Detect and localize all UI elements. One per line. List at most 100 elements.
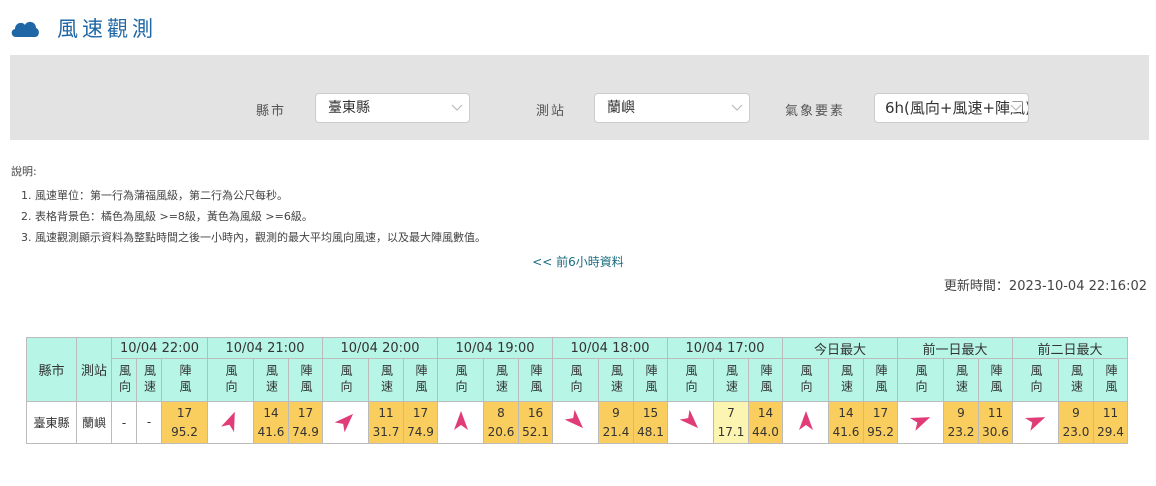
time-group-header: 前一日最大: [897, 337, 1013, 359]
chevron-down-icon: [1010, 102, 1022, 112]
chevron-down-icon: [731, 104, 743, 111]
speed-subheader: 風速: [253, 358, 289, 402]
speed-ms: 20.6: [487, 424, 515, 439]
time-group-header: 10/04 19:00: [437, 337, 553, 359]
gust-level: 11: [987, 405, 1004, 420]
speed-subheader: 風速: [368, 358, 404, 402]
gust-ms: 74.9: [407, 424, 434, 439]
speed-ms: 23.0: [1062, 424, 1090, 439]
speed-level: 7: [727, 405, 735, 420]
county-label: 縣市: [256, 104, 287, 119]
table-subheader-row: 風向 風速 陣風 風向 風速 陣風 風向 風速 陣風 風向 風速 陣風 風向 風速 陣風 風向 風速 陣風 風向 風速…: [27, 358, 1128, 402]
gust-subheader: 陣風: [633, 358, 668, 402]
gust-cell: 17 95.2: [863, 401, 898, 444]
gust-subheader: 陣風: [978, 358, 1013, 402]
speed-cell: 11 31.7: [368, 401, 404, 444]
direction-cell: [437, 401, 484, 444]
speed-cell: 9 23.0: [1058, 401, 1094, 444]
gust-cell: 17 95.2: [161, 401, 208, 444]
wind-arrow-icon: [564, 409, 583, 429]
speed-subheader: 風速: [136, 358, 162, 402]
gust-level: 17: [872, 405, 889, 420]
gust-subheader: 陣風: [288, 358, 323, 402]
direction-subheader: 風向: [111, 358, 137, 402]
direction-cell: [322, 401, 369, 444]
page-title: 風速觀測: [10, 14, 157, 42]
direction-subheader: 風向: [667, 358, 714, 402]
gust-cell: 17 74.9: [403, 401, 438, 444]
station-header: 測站: [76, 337, 112, 402]
wind-arrow-icon: [220, 411, 235, 432]
wind-arrow-icon: [679, 409, 698, 429]
wind-table: 縣市 測站 10/04 22:00 10/04 21:00 10/04 20:00 1…: [26, 337, 1128, 444]
direction-cell: [207, 401, 254, 444]
gust-subheader: 陣風: [518, 358, 553, 402]
speed-level: 9: [957, 405, 965, 420]
speed-cell: 9 23.2: [943, 401, 979, 444]
direction-cell: [1012, 401, 1059, 444]
speed-ms: 21.4: [602, 424, 630, 439]
notes: 說明: 風速單位：第一行為蒲福風級，第二行為公尺每秒。 表格背景色：橘色為風級 …: [11, 163, 486, 248]
direction-subheader: 風向: [897, 358, 944, 402]
gust-cell: 17 74.9: [288, 401, 323, 444]
notes-heading: 說明:: [11, 165, 37, 178]
note-item: 風速觀測顯示資料為整點時間之後一小時內，觀測的最大平均風向風速，以及最大陣風數值…: [35, 227, 486, 248]
page-title-text: 風速觀測: [57, 17, 157, 41]
speed-subheader: 風速: [828, 358, 864, 402]
speed-subheader: 風速: [598, 358, 634, 402]
station-cell: 蘭嶼: [76, 401, 112, 444]
speed-ms: 17.1: [717, 424, 745, 439]
wind-arrow-icon: [453, 411, 468, 430]
station-select[interactable]: 蘭嶼: [594, 93, 750, 123]
element-select[interactable]: 6h(風向+風速+陣風): [874, 93, 1029, 123]
speed-ms: 41.6: [257, 424, 285, 439]
direction-subheader: 風向: [552, 358, 599, 402]
speed-cell: 7 17.1: [713, 401, 749, 444]
county-select[interactable]: 臺東縣: [315, 93, 470, 123]
gust-ms: 95.2: [171, 424, 198, 439]
time-group-header: 10/04 18:00: [552, 337, 668, 359]
gust-cell: 16 52.1: [518, 401, 553, 444]
county-cell: 臺東縣: [26, 401, 77, 444]
gust-cell: 11 29.4: [1093, 401, 1128, 444]
speed-level: 11: [378, 405, 394, 420]
speed-level: 14: [263, 405, 279, 420]
table-row: 臺東縣 蘭嶼 - - 17 95.2 14 41.6 17 74.9 11 31.7 17 74.9 8…: [26, 401, 1128, 444]
direction-subheader: 風向: [207, 358, 254, 402]
gust-cell: 14 44.0: [748, 401, 783, 444]
gust-level: 15: [642, 405, 659, 420]
direction-subheader: 風向: [322, 358, 369, 402]
direction-cell: [552, 401, 599, 444]
station-select-value: 蘭嶼: [607, 100, 635, 116]
speed-cell: 9 21.4: [598, 401, 634, 444]
gust-level: 16: [527, 405, 544, 420]
time-group-header: 10/04 17:00: [667, 337, 783, 359]
speed-level: 14: [838, 405, 854, 420]
gust-level: 14: [757, 405, 774, 420]
note-item: 風速單位：第一行為蒲福風級，第二行為公尺每秒。: [35, 185, 486, 206]
gust-ms: 29.4: [1097, 424, 1124, 439]
gust-subheader: 陣風: [863, 358, 898, 402]
gust-subheader: 陣風: [161, 358, 208, 402]
gust-level: 17: [412, 405, 429, 420]
gust-level: 17: [297, 405, 314, 420]
wind-arrow-icon: [909, 417, 930, 431]
gust-subheader: 陣風: [748, 358, 783, 402]
speed-cell: -: [136, 401, 162, 444]
gust-ms: 30.6: [982, 424, 1009, 439]
speed-level: -: [146, 415, 152, 429]
prev-6h-link[interactable]: << 前6小時資料: [0, 253, 1156, 270]
chevron-down-icon: [451, 104, 463, 111]
wind-arrow-icon: [334, 413, 353, 433]
direction-subheader: 風向: [437, 358, 484, 402]
speed-subheader: 風速: [483, 358, 519, 402]
speed-subheader: 風速: [943, 358, 979, 402]
gust-level: 17: [176, 405, 193, 420]
wind-arrow-icon: [798, 411, 813, 430]
speed-ms: 41.6: [832, 424, 860, 439]
time-group-header: 10/04 21:00: [207, 337, 323, 359]
gust-ms: 74.9: [292, 424, 319, 439]
speed-level: 9: [1072, 405, 1080, 420]
element-select-value: 6h(風向+風速+陣風): [885, 99, 1029, 117]
time-group-header: 今日最大: [782, 337, 898, 359]
